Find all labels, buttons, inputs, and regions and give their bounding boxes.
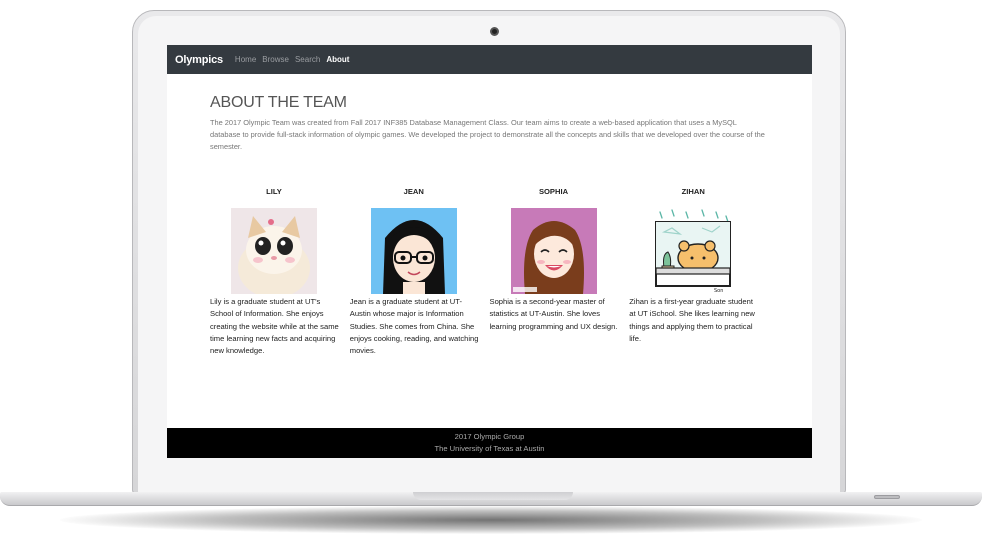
- page-title: ABOUT THE TEAM: [210, 94, 347, 111]
- navbar: Olympics Home Browse Search About: [167, 45, 812, 74]
- kitten-photo-avatar: [231, 208, 317, 294]
- nav-about[interactable]: About: [326, 55, 349, 64]
- member-bio: Sophia is a second-year master of statis…: [489, 297, 618, 331]
- intro-text: The 2017 Olympic Team was created from F…: [210, 118, 765, 151]
- footer-line-group: 2017 Olympic Group: [454, 432, 525, 441]
- footer-line-university: The University of Texas at Austin: [434, 444, 545, 453]
- member-bio: Zihan is a first-year graduate student a…: [629, 297, 755, 343]
- camera-icon: [490, 27, 499, 36]
- member-name: SOPHIA: [538, 187, 569, 196]
- member-bio: Jean is a graduate student at UT-Austin …: [349, 297, 479, 356]
- member-card-jean: JEAN Jean is a graduate student at UT-Au…: [350, 187, 490, 357]
- laptop-indicator: [874, 495, 900, 499]
- member-name: LILY: [266, 187, 282, 196]
- cartoon-girl-glasses-avatar: [370, 208, 457, 294]
- laptop-notch: [413, 492, 573, 500]
- nav-home[interactable]: Home: [235, 55, 256, 64]
- main-content: ABOUT THE TEAM The 2017 Olympic Team was…: [167, 74, 812, 357]
- cartoon-bear-window-avatar: Son: [650, 208, 737, 294]
- nav-browse[interactable]: Browse: [262, 55, 289, 64]
- member-bio: Lily is a graduate student at UT's Schoo…: [210, 297, 339, 356]
- nav-search[interactable]: Search: [295, 55, 320, 64]
- member-card-lily: LILY Lily is a graduate student at UT's …: [210, 187, 350, 357]
- member-name: ZIHAN: [681, 187, 705, 196]
- browser-screen: Olympics Home Browse Search About ABOUT …: [167, 45, 812, 458]
- member-name: JEAN: [403, 187, 424, 196]
- member-card-zihan: ZIHAN Son Zihan is a first-year graduate…: [629, 187, 769, 357]
- page-footer: 2017 Olympic Group The University of Tex…: [167, 428, 812, 458]
- member-card-sophia: SOPHIA Sophia is a second-year master of…: [490, 187, 630, 357]
- laptop-shadow: [60, 506, 922, 534]
- team-grid: LILY Lily is a graduate student at UT's …: [210, 187, 769, 357]
- cartoon-girl-smiling-avatar: [510, 208, 597, 294]
- laptop-mockup: Olympics Home Browse Search About ABOUT …: [0, 0, 982, 547]
- svg-text:Son: Son: [714, 288, 723, 294]
- brand-link[interactable]: Olympics: [175, 54, 223, 66]
